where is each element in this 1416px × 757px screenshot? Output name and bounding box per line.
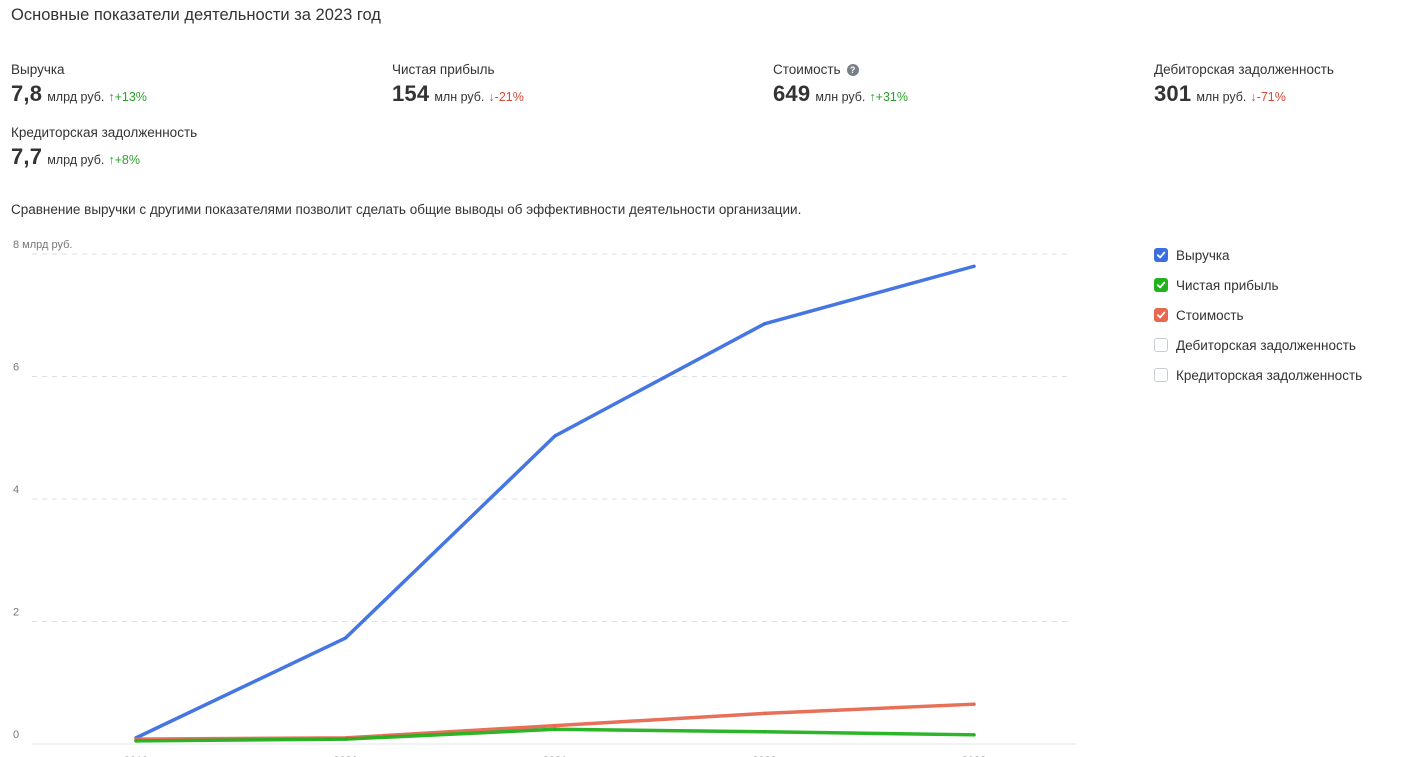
y-tick-label: 0	[13, 729, 19, 741]
y-tick-label: 2	[13, 607, 19, 619]
data-point	[972, 264, 976, 268]
data-point	[972, 733, 976, 737]
kpi-value-cost: Стоимость ? 649 млн руб. ↑+31%	[773, 61, 908, 107]
legend-label: Чистая прибыль	[1176, 277, 1279, 293]
kpi-change: ↓-21%	[488, 90, 524, 104]
help-icon[interactable]: ?	[846, 63, 859, 76]
y-tick-label: 6	[13, 362, 19, 374]
kpi-label: Выручка	[11, 62, 65, 77]
kpi-unit: млн руб.	[434, 90, 485, 104]
kpi-receivables: Дебиторская задолженность 301 млн руб. ↓…	[1154, 61, 1334, 107]
kpi-change: ↑+8%	[108, 153, 140, 167]
legend-label: Кредиторская задолженность	[1176, 367, 1363, 383]
checkbox-checked-icon[interactable]	[1154, 308, 1168, 322]
kpi-revenue: Выручка 7,8 млрд руб. ↑+13%	[11, 61, 147, 107]
data-point	[553, 434, 557, 438]
line-chart: 8 млрд руб.642020192020202120222023	[13, 239, 1076, 757]
y-tick-label: 4	[13, 484, 19, 496]
kpi-unit: млн руб.	[815, 90, 866, 104]
legend-label: Стоимость	[1176, 307, 1244, 323]
legend-item-net-profit[interactable]: Чистая прибыль	[1154, 270, 1362, 300]
page-title: Основные показатели деятельности за 2023…	[11, 6, 381, 24]
data-point	[344, 636, 347, 640]
kpi-value: 7,8	[11, 81, 43, 106]
kpi-change: ↓-71%	[1250, 90, 1286, 104]
legend-item-payables[interactable]: Кредиторская задолженность	[1154, 360, 1362, 390]
data-point	[553, 727, 557, 731]
checkbox-unchecked-icon[interactable]	[1154, 338, 1168, 352]
chart-legend: Выручка Чистая прибыль Стоимость Дебитор…	[1154, 240, 1362, 390]
kpi-label: Чистая прибыль	[392, 62, 495, 77]
kpi-unit: млн руб.	[1196, 90, 1247, 104]
data-point	[763, 730, 766, 734]
data-point	[134, 739, 138, 743]
kpi-value: 154	[392, 81, 430, 106]
legend-label: Дебиторская задолженность	[1176, 337, 1356, 353]
kpi-value: 301	[1154, 81, 1192, 106]
kpi-payables: Кредиторская задолженность 7,7 млрд руб.…	[11, 124, 197, 170]
kpi-value: 7,7	[11, 144, 43, 169]
series-line	[134, 264, 976, 740]
checkbox-checked-icon[interactable]	[1154, 248, 1168, 262]
chart-description: Сравнение выручки с другими показателями…	[11, 202, 802, 217]
kpi-value: 649	[773, 81, 811, 106]
checkbox-checked-icon[interactable]	[1154, 278, 1168, 292]
kpi-unit: млрд руб.	[47, 153, 105, 167]
legend-item-receivables[interactable]: Дебиторская задолженность	[1154, 330, 1362, 360]
checkbox-unchecked-icon[interactable]	[1154, 368, 1168, 382]
data-point	[763, 711, 766, 715]
data-point	[972, 702, 976, 706]
kpi-net-profit: Чистая прибыль 154 млн руб. ↓-21%	[392, 61, 524, 107]
series-line	[134, 727, 976, 743]
legend-item-revenue[interactable]: Выручка	[1154, 240, 1362, 270]
data-point	[763, 322, 766, 326]
kpi-change: ↑+31%	[869, 90, 908, 104]
kpi-label: Дебиторская задолженность	[1154, 62, 1334, 77]
kpi-label: Стоимость ?	[773, 61, 908, 78]
data-point	[553, 724, 557, 728]
y-tick-label: 8 млрд руб.	[13, 239, 72, 251]
kpi-change: ↑+13%	[108, 90, 147, 104]
kpi-label: Кредиторская задолженность	[11, 125, 198, 140]
legend-label: Выручка	[1176, 247, 1230, 263]
kpi-unit: млрд руб.	[47, 90, 105, 104]
legend-item-cost[interactable]: Стоимость	[1154, 300, 1362, 330]
data-point	[344, 737, 347, 741]
